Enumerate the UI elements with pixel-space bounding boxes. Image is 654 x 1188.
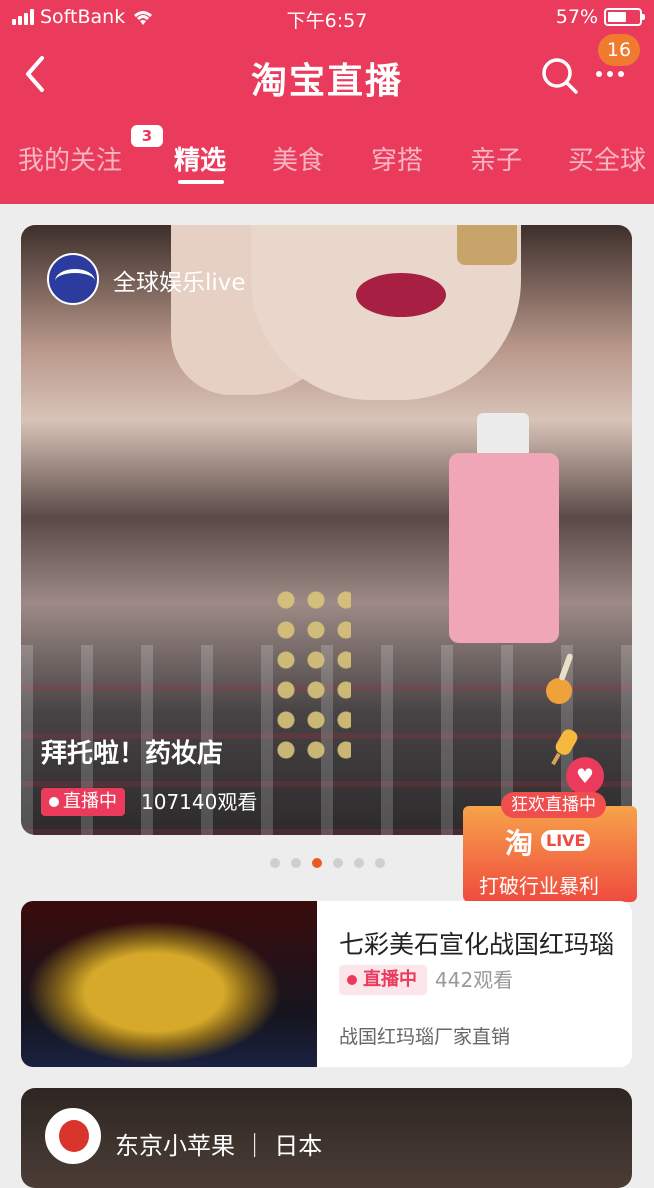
promo-text: 打破行业暴利 — [479, 874, 599, 898]
carousel-dot[interactable] — [333, 858, 343, 868]
status-bar: SoftBank 下午6:57 57% — [0, 0, 654, 36]
category-tabs: 我的关注 精选 美食 穿搭 亲子 买全球 — [0, 132, 654, 192]
carousel-indicator — [270, 858, 385, 868]
search-icon[interactable] — [540, 56, 580, 96]
carousel-dot[interactable] — [375, 858, 385, 868]
video-frame-dropper-cap — [457, 225, 517, 265]
active-tab-indicator — [178, 180, 224, 184]
tab-parenting[interactable]: 亲子 — [470, 140, 522, 177]
app-header: SoftBank 下午6:57 57% 淘宝直播 16 我的关注 精选 美食 穿… — [0, 0, 654, 204]
live-logo-badge: LIVE — [541, 830, 591, 851]
carousel-dot[interactable] — [354, 858, 364, 868]
anchor-name[interactable]: 东京小苹果 ｜ 日本 — [115, 1126, 322, 1161]
live-status-badge: 直播中 — [339, 965, 427, 995]
more-icon[interactable] — [596, 64, 636, 84]
anchor-avatar[interactable] — [45, 1108, 101, 1164]
chicken-leg-icon — [546, 653, 573, 704]
nav-bar: 淘宝直播 — [0, 40, 654, 110]
view-count: 442观看 — [435, 968, 514, 992]
live-item-title: 七彩美石宣化战国红玛瑙 — [339, 930, 615, 959]
anchor-avatar[interactable] — [47, 253, 99, 305]
battery-info: 57% — [555, 6, 645, 28]
tab-featured[interactable]: 精选 — [174, 140, 226, 177]
tab-food[interactable]: 美食 — [272, 140, 324, 177]
carousel-dot[interactable] — [291, 858, 301, 868]
promo-tag: 狂欢直播中 — [501, 792, 606, 818]
battery-icon — [604, 8, 645, 26]
carousel-dot[interactable] — [270, 858, 280, 868]
live-thumbnail — [21, 901, 317, 1067]
notification-badge: 16 — [598, 34, 640, 66]
anchor-name[interactable]: 全球娱乐live — [113, 263, 246, 297]
live-card[interactable]: 东京小苹果 ｜ 日本 — [21, 1088, 632, 1188]
carousel-dot-active[interactable] — [312, 858, 322, 868]
video-frame-bottle — [449, 453, 559, 643]
tab-following[interactable]: 我的关注 — [18, 140, 122, 177]
featured-live-card[interactable]: 全球娱乐live 拜托啦！药妆店 直播中 107140观看 — [21, 225, 632, 835]
video-frame-bottle-neck — [477, 413, 529, 457]
view-count: 107140观看 — [141, 790, 258, 814]
promo-banner[interactable]: 狂欢直播中 淘 LIVE 打破行业暴利 — [463, 792, 637, 914]
video-frame-lips — [356, 273, 446, 317]
taobao-logo-icon: 淘 — [505, 827, 534, 860]
live-item-subtitle: 战国红玛瑙厂家直销 — [339, 1026, 511, 1048]
live-title: 拜托啦！药妆店 — [41, 739, 224, 769]
live-list-item[interactable]: 七彩美石宣化战国红玛瑙 直播中 442观看 战国红玛瑙厂家直销 — [21, 901, 632, 1067]
tab-outfit[interactable]: 穿搭 — [371, 140, 423, 177]
video-frame-pearl-brooch — [271, 585, 351, 765]
following-count-badge: 3 — [131, 125, 163, 147]
battery-percent: 57% — [555, 6, 598, 28]
tab-global[interactable]: 买全球 — [568, 140, 646, 177]
like-heart-icon[interactable]: ♥ — [566, 757, 604, 795]
live-status-badge: 直播中 — [41, 788, 125, 816]
